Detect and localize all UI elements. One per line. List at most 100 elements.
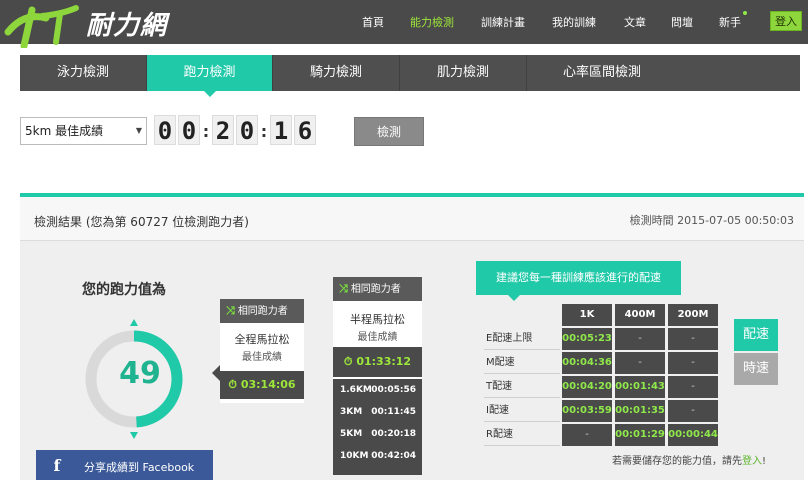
- nav-beginner-label: 新手: [719, 16, 741, 29]
- pace-value: -: [615, 352, 665, 374]
- card-subtitle: 最佳成績: [357, 332, 398, 343]
- nav-training-plan[interactable]: 訓練計畫: [481, 14, 525, 30]
- pointer-icon: [212, 365, 220, 381]
- new-dot-icon: [743, 11, 747, 15]
- test-tabs: 泳力檢測 跑力檢測 騎力檢測 肌力檢測 心率區間檢測: [20, 55, 800, 97]
- tab-strength[interactable]: 肌力檢測: [400, 55, 527, 91]
- time-digit-sec-tens[interactable]: 1: [270, 115, 292, 145]
- check-button[interactable]: 檢測: [354, 117, 424, 146]
- pace-col-header: 400M: [615, 304, 665, 326]
- card-header-label: 相同跑力者: [350, 284, 401, 295]
- pace-value: 00:00:44: [668, 424, 718, 446]
- time-digit-hour-ones[interactable]: 0: [178, 115, 200, 145]
- nav-forum[interactable]: 問壇: [671, 14, 693, 30]
- pace-value: -: [668, 376, 718, 398]
- split-time: 00:42:04: [371, 451, 416, 461]
- pace-mode-button[interactable]: 配速: [734, 319, 778, 351]
- tab-ride[interactable]: 騎力檢測: [273, 55, 400, 91]
- split-distance: 3KM: [340, 407, 363, 417]
- facebook-share-label: 分享成績到 Facebook: [84, 461, 195, 474]
- split-times: 1.6KM 00:05:56 3KM 00:11:45 5KM 00:20:18 10…: [333, 379, 422, 475]
- result-panel: 檢測結果 (您為第 60727 位檢測跑力者) 檢測時間 2015-07-05 …: [20, 193, 804, 480]
- nav-my-training[interactable]: 我的訓練: [552, 14, 596, 30]
- split-row: 5KM 00:20:18: [333, 429, 422, 449]
- half-marathon-time: ⏱ 01:33:12: [333, 347, 422, 377]
- distance-select-value: 5km 最佳成績: [25, 124, 104, 138]
- stopwatch-icon: ⏱: [228, 378, 237, 391]
- split-time: 00:11:45: [371, 407, 416, 417]
- split-distance: 1.6KM: [340, 385, 372, 395]
- split-distance: 10KM: [340, 451, 369, 461]
- split-time: 00:05:56: [371, 385, 416, 395]
- pace-value: -: [562, 424, 612, 446]
- distance-select[interactable]: 5km 最佳成績 ▼: [20, 117, 147, 145]
- pace-banner-label: 建議您每一種訓練應該進行的配速: [496, 271, 661, 284]
- time-colon: :: [202, 122, 210, 141]
- card-subtitle: 最佳成績: [242, 352, 282, 363]
- pace-row-label: I配速: [484, 400, 560, 422]
- pace-value: 00:04:36: [562, 352, 612, 374]
- pace-row-label: E配速上限: [484, 328, 560, 350]
- pace-value: 00:01:43: [615, 376, 665, 398]
- split-row: 10KM 00:42:04: [333, 451, 422, 471]
- pace-row-label: R配速: [484, 424, 560, 446]
- stopwatch-icon: ⏱: [343, 355, 353, 368]
- marathon-equivalent-card: ⤨ 相同跑力者 全程馬拉松 最佳成績 ⏱ 03:14:06: [212, 299, 304, 403]
- pointer-icon: [508, 295, 520, 301]
- nav-ability-test[interactable]: 能力檢測: [410, 14, 454, 30]
- time-colon: :: [260, 122, 268, 141]
- result-title: 檢測結果 (您為第 60727 位檢測跑力者): [34, 215, 249, 229]
- save-note-suffix: !: [762, 456, 767, 467]
- pace-value: -: [668, 328, 718, 350]
- top-bar: 耐力網 首頁 能力檢測 訓練計畫 我的訓練 文章 問壇 新手 登入: [0, 0, 808, 48]
- pace-value: 00:01:35: [615, 400, 665, 422]
- card-title: 半程馬拉松: [350, 313, 405, 326]
- shuffle-icon: ⤨: [339, 282, 348, 295]
- shuffle-icon: ⤨: [226, 304, 235, 317]
- pace-col-header: 1K: [562, 304, 612, 326]
- time-digit-hour-tens[interactable]: 0: [154, 115, 176, 145]
- chevron-down-icon: ▼: [135, 126, 142, 135]
- pace-value: -: [668, 400, 718, 422]
- half-marathon-equivalent-card: ⤨ 相同跑力者 半程馬拉松 最佳成績 ⏱ 01:33:12 1.6KM 00:05:…: [333, 277, 422, 475]
- card-header: ⤨ 相同跑力者: [220, 299, 304, 323]
- tab-pointer-icon: [203, 91, 216, 97]
- pace-row-label: T配速: [484, 376, 560, 398]
- time-digit-min-tens[interactable]: 2: [212, 115, 234, 145]
- nav-beginner[interactable]: 新手: [719, 11, 747, 30]
- tab-run-label: 跑力檢測: [183, 65, 236, 80]
- card-title: 全程馬拉松: [234, 333, 290, 346]
- split-time: 00:20:18: [371, 429, 416, 439]
- score-label: 您的跑力值為: [82, 282, 166, 298]
- tab-swim[interactable]: 泳力檢測: [20, 55, 147, 91]
- nav-articles[interactable]: 文章: [624, 14, 646, 30]
- save-note-text: 若需要儲存您的能力值，請先: [612, 456, 742, 467]
- marathon-time-value: 03:14:06: [240, 378, 296, 391]
- nav-home[interactable]: 首頁: [362, 14, 384, 30]
- split-row: 1.6KM 00:05:56: [333, 385, 422, 405]
- marathon-time: ⏱ 03:14:06: [220, 371, 304, 399]
- split-distance: 5KM: [340, 429, 363, 439]
- card-header-label: 相同跑力者: [237, 306, 288, 317]
- speed-mode-button[interactable]: 時速: [734, 353, 778, 385]
- save-note: 若需要儲存您的能力值，請先登入!: [612, 452, 766, 467]
- pace-value: 00:04:20: [562, 376, 612, 398]
- result-header: 檢測結果 (您為第 60727 位檢測跑力者) 檢測時間 2015-07-05 …: [20, 197, 804, 241]
- pace-banner: 建議您每一種訓練應該進行的配速: [476, 261, 681, 301]
- pace-value: 00:03:59: [562, 400, 612, 422]
- pace-value: -: [668, 352, 718, 374]
- card-header: ⤨ 相同跑力者: [333, 277, 422, 301]
- score-value: 49: [119, 356, 161, 391]
- pace-value: -: [615, 328, 665, 350]
- brand-name: 耐力網: [86, 11, 168, 41]
- pace-row-label: M配速: [484, 352, 560, 374]
- pace-value: 00:05:23: [562, 328, 612, 350]
- login-button[interactable]: 登入: [770, 11, 802, 31]
- login-link[interactable]: 登入: [742, 456, 762, 467]
- tab-run[interactable]: 跑力檢測: [147, 55, 273, 97]
- tab-heart-rate[interactable]: 心率區間檢測: [527, 55, 677, 91]
- facebook-share-button[interactable]: f 分享成績到 Facebook: [36, 450, 213, 480]
- time-digit-sec-ones[interactable]: 6: [294, 115, 316, 145]
- half-marathon-time-value: 01:33:12: [356, 355, 412, 368]
- time-digit-min-ones[interactable]: 0: [236, 115, 258, 145]
